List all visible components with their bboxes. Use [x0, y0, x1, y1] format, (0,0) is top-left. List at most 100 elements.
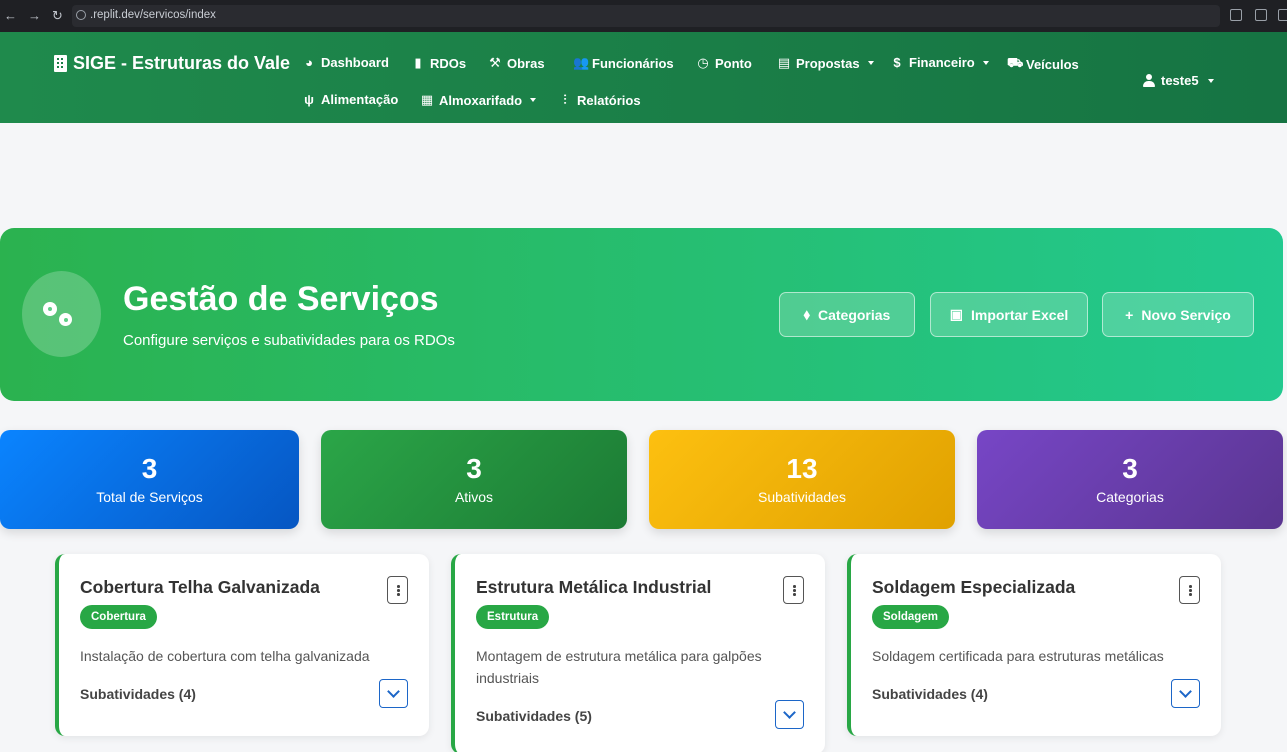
stat-label: Ativos: [454, 489, 494, 505]
stat-ativos: 3 Ativos: [321, 430, 627, 529]
page-title: Gestão de Serviços: [123, 280, 439, 318]
importar-excel-button[interactable]: ▣ Importar Excel: [930, 292, 1088, 337]
chevron-down-icon: [867, 61, 874, 65]
stat-label: Categorias: [1096, 489, 1164, 505]
expand-chevron-icon[interactable]: [1171, 679, 1200, 708]
forward-icon[interactable]: →: [28, 8, 41, 24]
chart-icon: ⫶: [563, 92, 567, 107]
service-title: Cobertura Telha Galvanizada: [80, 577, 320, 597]
browser-toolbar: ← → ↻ .replit.dev/servicos/index: [0, 0, 1287, 32]
subactivities-label: Subatividades (5): [476, 708, 592, 724]
more-options-icon[interactable]: [783, 576, 804, 604]
stat-value: 13: [786, 453, 818, 484]
car-icon: ⛟: [1007, 55, 1024, 70]
main-navbar: SIGE - Estruturas do Vale ◕ Dashboard ▮ …: [0, 32, 1287, 123]
page-header: Gestão de Serviços Configure serviços e …: [0, 228, 1283, 401]
nav-relatorios[interactable]: ⫶ Relatórios: [558, 92, 641, 108]
more-options-icon[interactable]: [1179, 576, 1200, 604]
file-excel-icon: ▣: [949, 306, 963, 322]
subactivities-label: Subatividades (4): [872, 686, 988, 702]
subactivities-label: Subatividades (4): [80, 686, 196, 702]
expand-chevron-icon[interactable]: [379, 679, 408, 708]
stat-value: 3: [1122, 453, 1138, 484]
brand-link[interactable]: SIGE - Estruturas do Vale: [54, 53, 290, 74]
expand-chevron-icon[interactable]: [775, 700, 804, 729]
edit-icon[interactable]: [1278, 9, 1287, 21]
user-menu[interactable]: teste5: [1143, 73, 1214, 88]
chevron-down-icon: [982, 60, 989, 65]
cogs-icon: [22, 271, 101, 357]
category-badge: Soldagem: [872, 605, 949, 629]
categorias-button[interactable]: ⬧ Categorias: [779, 292, 915, 337]
nav-label: Relatórios: [577, 92, 641, 108]
hammer-icon: ⚒: [489, 55, 501, 70]
service-card: Cobertura Telha Galvanizada Cobertura In…: [55, 554, 429, 736]
clipboard-icon: ▮: [414, 55, 422, 70]
stat-label: Subatividades: [758, 489, 846, 505]
address-bar[interactable]: .replit.dev/servicos/index: [72, 5, 1220, 27]
nav-ponto[interactable]: ◷ Ponto: [696, 55, 752, 71]
users-icon: 👥: [573, 55, 590, 70]
reload-icon[interactable]: ↻: [52, 8, 63, 24]
gear-small-icon: [59, 313, 72, 326]
nav-label: Funcionários: [592, 55, 674, 71]
nav-financeiro[interactable]: $ Financeiro: [890, 55, 989, 70]
site-info-icon[interactable]: [76, 10, 86, 20]
chevron-down-icon: [530, 98, 537, 102]
service-description: Soldagem certificada para estruturas met…: [872, 648, 1164, 664]
nav-veiculos[interactable]: ⛟ Veículos: [1007, 55, 1079, 73]
url-text: .replit.dev/servicos/index: [90, 9, 216, 21]
nav-label: Alimentação: [321, 92, 399, 107]
nav-alimentacao[interactable]: ψ Alimentação: [302, 92, 398, 107]
back-icon[interactable]: ←: [4, 8, 17, 24]
category-badge: Estrutura: [476, 605, 550, 629]
nav-almoxarifado[interactable]: ▦ Almoxarifado: [420, 92, 537, 108]
clock-icon: ◷: [697, 55, 709, 70]
nav-obras[interactable]: ⚒ Obras: [488, 55, 545, 71]
nav-label: Almoxarifado: [439, 92, 523, 108]
tools-icon[interactable]: [1255, 9, 1267, 21]
service-card: Estrutura Metálica Industrial Estrutura …: [451, 554, 825, 752]
user-icon: [1143, 74, 1155, 87]
service-description: Instalação de cobertura com telha galvan…: [80, 648, 370, 664]
nav-label: Veículos: [1026, 56, 1079, 72]
nav-rdos[interactable]: ▮ RDOs: [411, 55, 466, 71]
stat-value: 3: [141, 453, 158, 484]
button-label: Categorias: [817, 306, 891, 323]
stat-subatividades: 13 Subatividades: [649, 430, 955, 529]
nav-propostas[interactable]: ▤ Propostas: [777, 55, 874, 71]
stat-categorias: 3 Categorias: [977, 430, 1283, 529]
building-icon: [54, 55, 67, 72]
stat-value: 3: [466, 453, 482, 484]
file-icon: ▤: [777, 55, 791, 70]
service-card: Soldagem Especializada Soldagem Soldagem…: [847, 554, 1221, 736]
stat-total-servicos: 3 Total de Serviços: [0, 430, 299, 529]
gear-large-icon: [43, 302, 57, 316]
nav-label: Ponto: [715, 55, 752, 71]
nav-funcionarios[interactable]: 👥 Funcionários: [573, 55, 674, 71]
service-title: Estrutura Metálica Industrial: [476, 577, 712, 597]
page-subtitle: Configure serviços e subatividades para …: [123, 332, 455, 349]
button-label: Novo Serviço: [1141, 306, 1231, 323]
chevron-down-icon: [1207, 78, 1214, 83]
nav-label: Dashboard: [321, 55, 389, 70]
category-badge: Cobertura: [80, 605, 157, 629]
boxes-icon: ▦: [420, 92, 434, 107]
dashboard-icon: ◕: [305, 55, 313, 70]
utensils-icon: ψ: [304, 92, 314, 107]
nav-label: Financeiro: [909, 55, 975, 70]
novo-servico-button[interactable]: + Novo Serviço: [1102, 292, 1254, 337]
more-options-icon[interactable]: [387, 576, 408, 604]
service-title: Soldagem Especializada: [872, 577, 1076, 597]
cast-icon[interactable]: [1230, 9, 1242, 21]
nav-label: RDOs: [430, 55, 467, 71]
brand-text: SIGE - Estruturas do Vale: [73, 53, 291, 73]
button-label: Importar Excel: [970, 306, 1069, 323]
dollar-icon: $: [893, 55, 901, 70]
service-description: Montagem de estrutura metálica para galp…: [476, 648, 762, 686]
tags-icon: ⬧: [803, 306, 810, 322]
plus-icon: +: [1125, 306, 1134, 323]
nav-label: Obras: [507, 55, 545, 71]
user-name: teste5: [1161, 73, 1199, 88]
nav-dashboard[interactable]: ◕ Dashboard: [302, 55, 389, 70]
